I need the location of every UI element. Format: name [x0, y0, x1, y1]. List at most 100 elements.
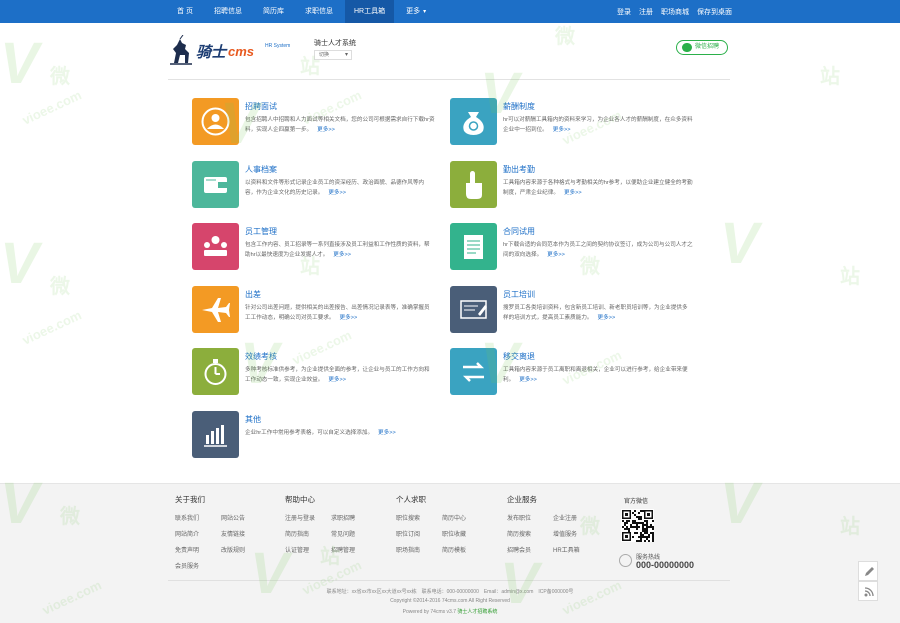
footer-link[interactable]: 发布职位: [507, 513, 553, 522]
module-more-link[interactable]: 更多>>: [547, 252, 565, 258]
login-link[interactable]: 登录: [617, 7, 631, 17]
city-switch-dropdown[interactable]: 切换: [314, 50, 352, 60]
footer-link[interactable]: 免责声明: [175, 545, 221, 554]
footer-link[interactable]: 职位收藏: [442, 529, 488, 538]
nav-seekers[interactable]: 求职信息: [296, 0, 342, 23]
footer-link[interactable]: 简历搜索: [507, 529, 553, 538]
contract-icon[interactable]: [450, 223, 497, 270]
toolbox-module[interactable]: 勤出考勤工具箱内容来源于各种格式与考勤相关的hr参考，以便助企业建立健全的考勤制…: [450, 160, 693, 209]
footer-column-title: 企业服务: [507, 495, 537, 504]
footer-link[interactable]: 认证管理: [285, 545, 331, 554]
footer-link[interactable]: 职场指南: [396, 545, 442, 554]
footer-link[interactable]: 网站简介: [175, 529, 221, 538]
footer-link[interactable]: 改版规则: [221, 545, 267, 554]
edit-float-button[interactable]: [858, 561, 878, 581]
training-icon[interactable]: [450, 285, 497, 333]
module-more-link[interactable]: 更多>>: [564, 190, 582, 196]
watermark-mark: V: [0, 31, 39, 96]
module-title[interactable]: 移交离退: [503, 351, 535, 362]
footer-link[interactable]: 简历指南: [285, 529, 331, 538]
site-logo[interactable]: 骑士 cms HR System: [168, 35, 296, 69]
airplane-icon[interactable]: [192, 285, 239, 333]
footer-link[interactable]: 招聘管理: [331, 545, 377, 554]
hotline-number: 000-00000000: [636, 560, 695, 570]
footer-column-title: 个人求职: [396, 495, 426, 504]
module-description: 搜罗员工各类培训资料，包含新员工培训、新老职员培训等，为企业提供多样的培训方式，…: [503, 303, 693, 323]
toolbox-module[interactable]: 招聘面试 包含招聘人中招聘和人力面试等相关文档，您的公司可根据需求自行下载hr资料…: [192, 98, 435, 146]
footer-link[interactable]: 注册与登录: [285, 513, 331, 522]
nav-more[interactable]: 更多: [397, 0, 435, 23]
bar-chart-icon[interactable]: [192, 410, 239, 458]
footer-link[interactable]: 简历模板: [442, 545, 488, 554]
footer-link[interactable]: 职位搜索: [396, 513, 442, 522]
footer-link[interactable]: 会员服务: [175, 561, 221, 570]
toolbox-module[interactable]: 其他 企业hr工作中常用参考表格，可以自定义选择添加。 更多>>: [192, 410, 432, 459]
module-desc-text: 搜罗员工各类培训资料，包含新员工培训、新老职员培训等，为企业提供多样的培训方式，…: [503, 304, 688, 321]
module-title[interactable]: 其他: [245, 414, 261, 425]
footer-link[interactable]: 职位订阅: [396, 529, 442, 538]
powered-brand[interactable]: 骑士人才招聘系统: [457, 609, 497, 615]
module-title[interactable]: 员工管理: [245, 226, 277, 237]
toolbox-module[interactable]: 薪酬制度 hr可以对薪酬工具箱内的资料来学习，为企业各人才的薪酬制度，在众多资料企…: [450, 98, 693, 146]
footer-link[interactable]: 招聘会员: [507, 545, 553, 554]
footer-link[interactable]: HR工具箱: [553, 545, 599, 554]
module-more-link[interactable]: 更多>>: [328, 190, 346, 196]
transfer-icon[interactable]: [450, 348, 497, 395]
toolbox-module[interactable]: 效绩考核 多种考核标准供参考，为企业提供全面的参考，让企业与员工的工作方向和工作动…: [192, 348, 432, 396]
nav-home[interactable]: 首 页: [168, 0, 202, 23]
watermark-text: 微: [50, 66, 70, 88]
footer: 关于我们 联系我们 网站公告 网站简介 友情链接 免责声明 改版规则 会员服务 帮助中心 注册与登…: [0, 483, 900, 623]
footer-link[interactable]: 联系我们: [175, 513, 221, 522]
register-link[interactable]: 注册: [639, 7, 653, 17]
toolbox-module[interactable]: 人事档案 以资料和文件等形式记录企业员工的资深经历、政治面貌、品德作风等内容，作为…: [192, 160, 432, 209]
module-desc-text: hr可以对薪酬工具箱内的资料来学习，为企业各人才的薪酬制度，在众多资料企业中一招…: [503, 117, 693, 133]
wallet-icon[interactable]: [192, 160, 239, 208]
module-more-link[interactable]: 更多>>: [553, 127, 571, 133]
module-more-link[interactable]: 更多>>: [378, 430, 396, 436]
toolbox-module[interactable]: 合同试用 hr下载合适的合同范本作为员工之间的契约协议签订，成为公司与公司人才之间…: [450, 223, 693, 271]
module-description: 针对公司出差问题，提供相关的出差报告、出差情况记录表等，准确掌握员工工作动态，明…: [245, 303, 435, 323]
save-desktop-link[interactable]: 保存到桌面: [697, 7, 732, 17]
footer-link[interactable]: 求职招聘: [331, 513, 377, 522]
hand-pointer-icon[interactable]: [450, 160, 497, 208]
module-more-link[interactable]: 更多>>: [340, 315, 358, 321]
top-right-links: 登录 注册 职场商城 保存到桌面: [609, 0, 732, 23]
footer-column-title: 关于我们: [175, 495, 205, 504]
nav-resumes[interactable]: 简历库: [254, 0, 293, 23]
nav-jobs[interactable]: 招聘信息: [205, 0, 251, 23]
module-more-link[interactable]: 更多>>: [328, 377, 346, 383]
footer-link[interactable]: 简历中心: [442, 513, 488, 522]
footer-link[interactable]: 网站公告: [221, 513, 267, 522]
module-description: hr可以对薪酬工具箱内的资料来学习，为企业各人才的薪酬制度，在众多资料企业中一招…: [503, 115, 693, 135]
module-more-link[interactable]: 更多>>: [333, 252, 351, 258]
module-more-link[interactable]: 更多>>: [317, 127, 335, 133]
module-title[interactable]: 员工培训: [503, 289, 535, 300]
module-title[interactable]: 勤出考勤: [503, 164, 535, 175]
toolbox-module[interactable]: 员工管理 包含工作内容、员工招录等一系列直接涉及员工利益和工作性质的资料，帮助hr…: [192, 223, 432, 271]
rss-icon: [864, 587, 874, 597]
footer-link[interactable]: 企业注册: [553, 513, 599, 522]
wechat-recruit-button[interactable]: 微信招聘: [676, 40, 728, 55]
stopwatch-icon[interactable]: [192, 348, 239, 395]
rss-float-button[interactable]: [858, 581, 878, 601]
module-title[interactable]: 招聘面试: [245, 101, 277, 112]
money-bag-icon[interactable]: [450, 98, 497, 145]
module-title[interactable]: 出差: [245, 289, 261, 300]
module-title[interactable]: 合同试用: [503, 226, 535, 237]
mall-link[interactable]: 职场商城: [661, 7, 689, 17]
meeting-icon[interactable]: [192, 223, 239, 270]
toolbox-module[interactable]: 员工培训搜罗员工各类培训资料，包含新员工培训、新老职员培训等，为企业提供多样的培…: [450, 285, 693, 334]
module-description: 工具箱内容来源于各种格式与考勤相关的hr参考，以便助企业建立健全的考勤制度，严肃…: [503, 178, 693, 198]
toolbox-module[interactable]: 移交离退 工具箱内容来源于员工离职和离退相关，企业可以进行参考，给企业带来便利。更…: [450, 348, 690, 396]
toolbox-module[interactable]: 出差针对公司出差问题，提供相关的出差报告、出差情况记录表等，准确掌握员工工作动态…: [192, 285, 435, 334]
footer-link[interactable]: 友情链接: [221, 529, 267, 538]
module-more-link[interactable]: 更多>>: [598, 315, 616, 321]
module-title[interactable]: 人事档案: [245, 164, 277, 175]
nav-hr-toolbox[interactable]: HR工具箱: [344, 0, 395, 23]
module-title[interactable]: 薪酬制度: [503, 101, 535, 112]
user-circle-icon[interactable]: [192, 98, 239, 145]
module-title[interactable]: 效绩考核: [245, 351, 277, 362]
footer-link[interactable]: 增值服务: [553, 529, 599, 538]
footer-link[interactable]: 常见问题: [331, 529, 377, 538]
module-more-link[interactable]: 更多>>: [519, 377, 537, 383]
